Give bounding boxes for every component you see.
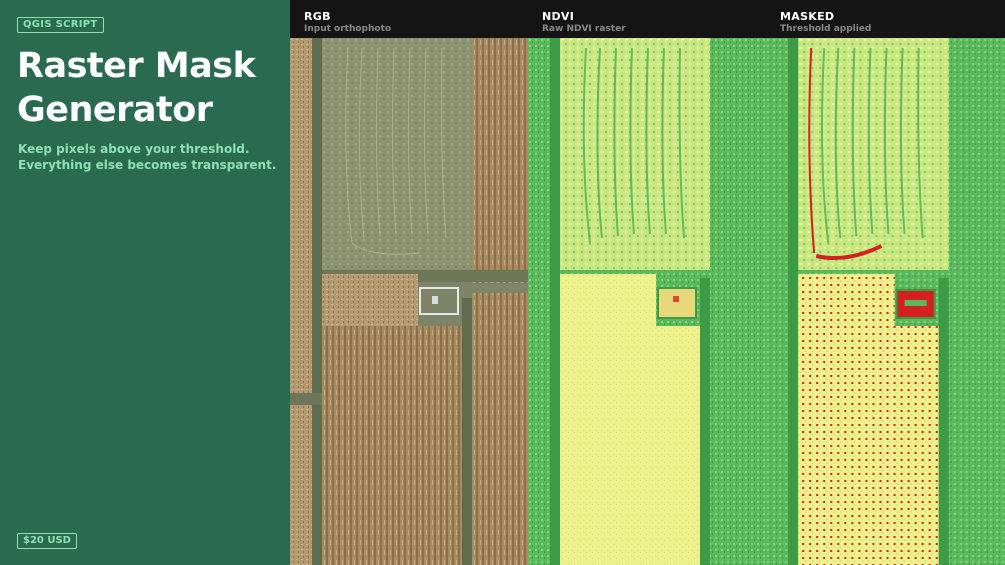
masked-raster-image	[766, 38, 1005, 565]
panel-ndvi: NDVI Raw NDVI raster	[528, 0, 766, 565]
product-info-panel: QGIS SCRIPT Raster Mask Generator Keep p…	[0, 0, 290, 565]
product-title: Raster Mask Generator	[17, 46, 256, 130]
panel-caption: Input orthophoto	[304, 24, 392, 34]
panel-title: RGB	[304, 10, 331, 23]
panel-rgb: RGB Input orthophoto	[290, 0, 528, 565]
panel-caption: Threshold applied	[780, 24, 872, 34]
panel-header: MASKED Threshold applied	[766, 0, 1005, 38]
panel-masked: MASKED Threshold applied	[766, 0, 1005, 565]
panel-header: RGB Input orthophoto	[290, 0, 528, 38]
price-badge: $20 USD	[17, 533, 77, 549]
product-subtitle: Keep pixels above your threshold. Everyt…	[18, 142, 277, 172]
panel-title: MASKED	[780, 10, 835, 23]
panel-header: NDVI Raw NDVI raster	[528, 0, 766, 38]
ndvi-raster-image	[528, 38, 766, 565]
panel-caption: Raw NDVI raster	[542, 24, 626, 34]
panel-title: NDVI	[542, 10, 575, 23]
category-badge: QGIS SCRIPT	[17, 17, 104, 33]
rgb-orthophoto-image	[290, 38, 528, 565]
